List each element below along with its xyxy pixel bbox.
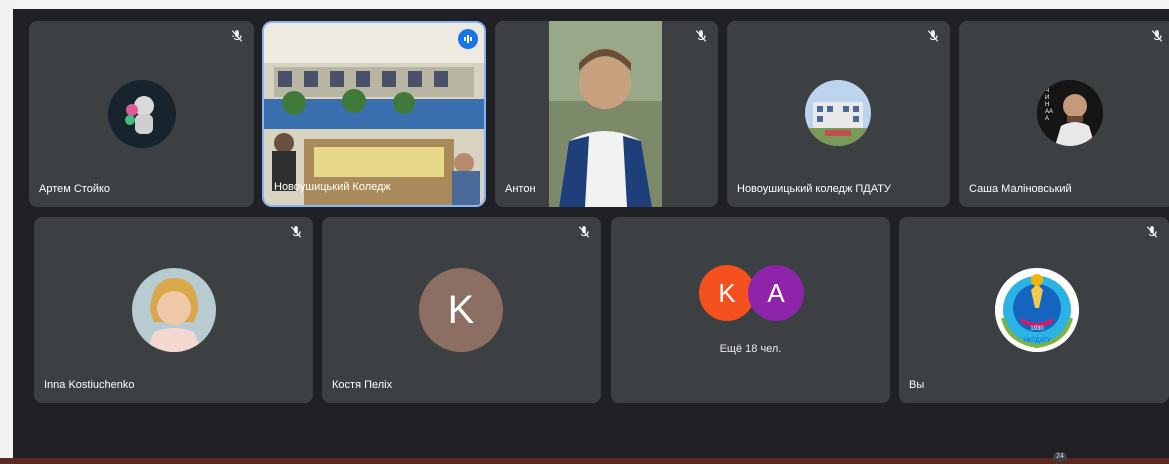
mic-off-icon	[290, 226, 302, 238]
participant-tile-inna[interactable]: Inna Kostiuchenko	[34, 217, 313, 403]
participant-tile-anton[interactable]: Антон	[495, 21, 718, 207]
more-participants-count: Ещё 18 чел.	[719, 343, 782, 355]
participant-tile-college[interactable]: Новоушицький коледж ПДАТУ	[727, 21, 950, 207]
participant-name: Новоушицький Коледж	[274, 181, 391, 193]
classroom-video	[264, 23, 484, 205]
taskbar-strip	[0, 458, 1169, 464]
camera-video	[549, 21, 662, 207]
speaking-indicator-icon	[458, 29, 478, 49]
participant-tile-college-video[interactable]: Новоушицький Коледж	[264, 23, 484, 205]
college-emblem-avatar: 1930 НКПДАТУ	[995, 268, 1079, 352]
participant-name: Саша Маліновський	[969, 183, 1072, 195]
astronaut-avatar	[108, 80, 176, 148]
participant-name: Артем Стойко	[39, 183, 111, 195]
mic-off-icon	[927, 30, 939, 42]
letter-avatar: A	[748, 265, 804, 321]
window-top-strip	[0, 0, 1169, 9]
participant-tile-self[interactable]: 1930 НКПДАТУ Вы	[899, 217, 1169, 403]
avatar-vertical-text: ЧИНААА	[1045, 88, 1054, 122]
meeting-grid: Артем Стойко Новоушицький Коледж Антон Н…	[13, 9, 1169, 458]
mic-off-icon	[231, 30, 243, 42]
letter-avatar: K	[419, 268, 503, 352]
participant-name: Inna Kostiuchenko	[44, 379, 135, 391]
participant-tile-sasha[interactable]: ЧИНААА Саша Маліновський	[959, 21, 1169, 207]
building-avatar	[805, 80, 871, 146]
woman-photo-avatar	[132, 268, 216, 352]
participants-count-badge: 24	[1053, 452, 1067, 462]
participant-name: Новоушицький коледж ПДАТУ	[737, 183, 891, 195]
letter-avatar: K	[699, 265, 755, 321]
participant-name: Вы	[909, 379, 925, 391]
mic-off-icon	[1146, 226, 1158, 238]
participant-tile-artem[interactable]: Артем Стойко	[29, 21, 254, 207]
participant-tile-kostya[interactable]: K Костя Пеліх	[322, 217, 601, 403]
mic-off-icon	[578, 226, 590, 238]
mic-off-icon	[695, 30, 707, 42]
emblem-caption-text: НКПДАТУ	[1023, 338, 1051, 344]
person-photo-avatar: ЧИНААА	[1037, 80, 1103, 146]
window-left-edge	[0, 0, 13, 464]
mic-off-icon	[1151, 30, 1163, 42]
more-participants-tile[interactable]: K A Ещё 18 чел.	[611, 217, 890, 403]
participant-name: Антон	[505, 183, 536, 195]
participant-name: Костя Пеліх	[332, 379, 393, 391]
emblem-year-text: 1930	[1030, 326, 1044, 332]
